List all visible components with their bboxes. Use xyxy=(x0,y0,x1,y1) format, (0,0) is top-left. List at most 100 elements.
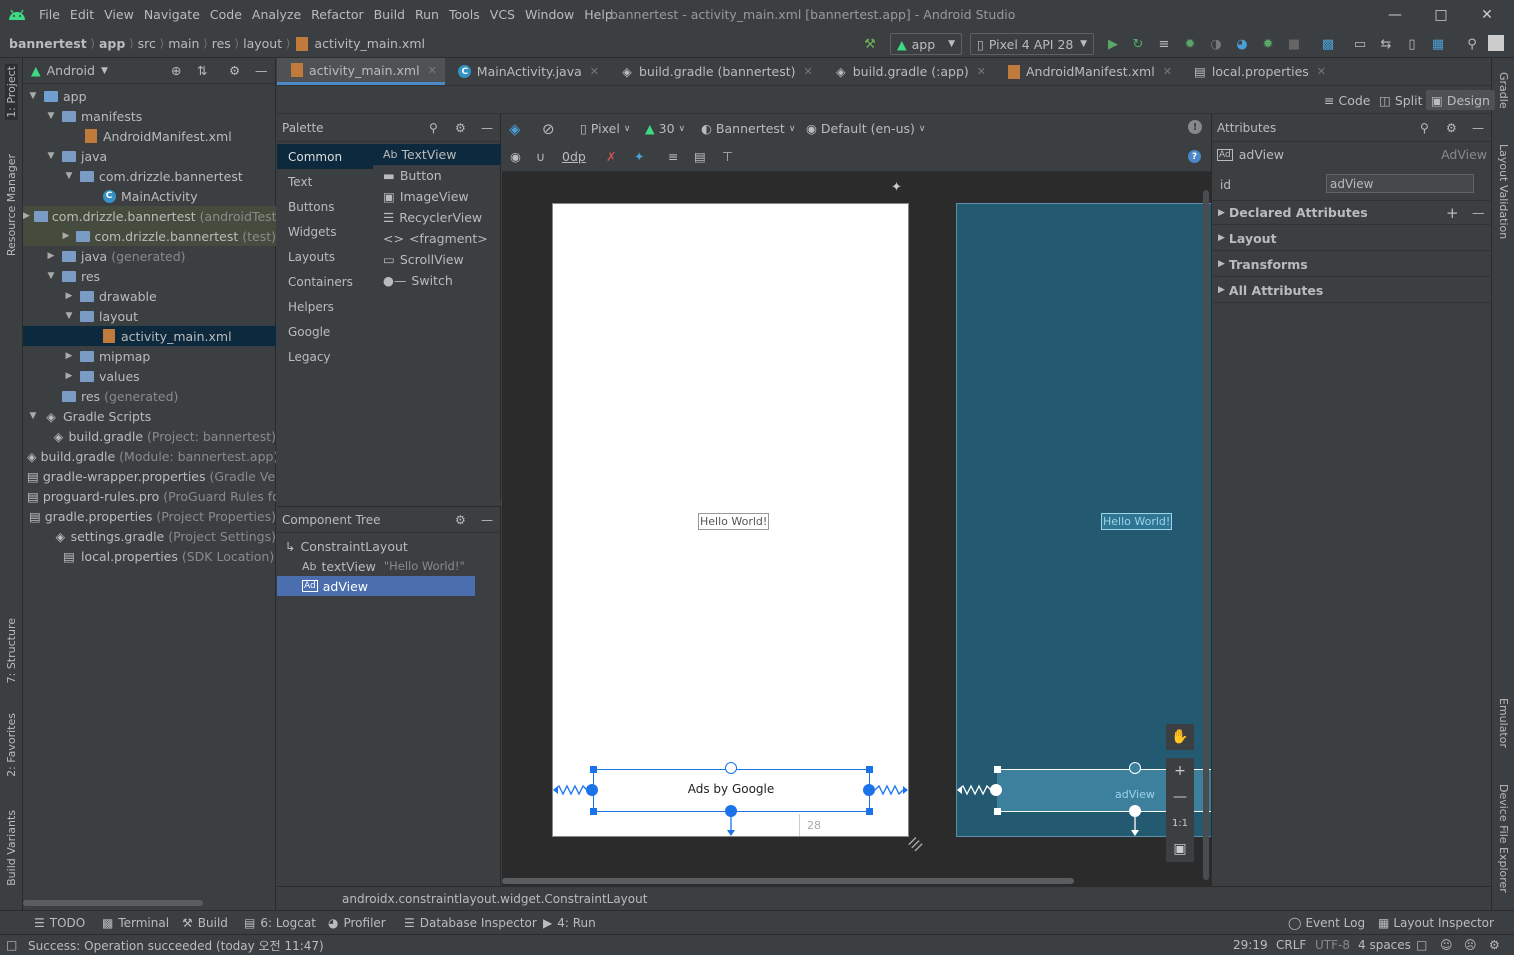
expanded-arrow-icon[interactable]: ▼ xyxy=(27,411,39,421)
inspection-icon[interactable]: ☺ xyxy=(1440,935,1453,955)
pan-button[interactable]: ✋ xyxy=(1166,724,1194,750)
run-config-select[interactable]: ▲ app ▼ xyxy=(890,33,962,55)
resize-handle[interactable] xyxy=(590,766,597,773)
layout-path[interactable]: androidx.constraintlayout.widget.Constra… xyxy=(342,892,647,906)
section-all-attributes[interactable]: ▶ All Attributes xyxy=(1212,278,1492,303)
chevron-down-icon[interactable]: ▼ xyxy=(101,66,108,76)
layout-inspector-tab[interactable]: ▦ Layout Inspector xyxy=(1378,911,1494,935)
tree-item-app[interactable]: ▼ app xyxy=(23,86,276,106)
palette-category-common[interactable]: Common xyxy=(277,144,373,169)
stop-icon[interactable]: ■ xyxy=(1284,35,1304,53)
hide-panel-icon[interactable]: — xyxy=(1472,121,1484,135)
menu-file[interactable]: File xyxy=(34,0,65,30)
tab-android-manifest[interactable]: AndroidManifest.xml ✕ xyxy=(994,58,1180,85)
todo-tab[interactable]: ☰ TODO xyxy=(34,911,85,935)
menu-analyze[interactable]: Analyze xyxy=(247,0,306,30)
design-canvas[interactable]: ✦ Hello World! Ads by Google 28 ☰ Hello … xyxy=(502,172,1212,886)
code-mode-button[interactable]: ≡ Code xyxy=(1319,90,1376,110)
theme-select[interactable]: ◐ Bannertest ∨ xyxy=(701,121,795,136)
section-transforms[interactable]: ▶ Transforms xyxy=(1212,252,1492,277)
breadcrumb-layout[interactable]: layout xyxy=(239,36,286,51)
tab-gradle[interactable]: Gradle xyxy=(1497,72,1510,109)
tree-item-build-gradle-module[interactable]: ◈ build.gradle (Module: bannertest.app) xyxy=(23,446,276,466)
gear-icon[interactable]: ⚙ xyxy=(455,513,466,527)
zoom-in-button[interactable]: + xyxy=(1166,758,1194,784)
tab-project[interactable]: 1: Project xyxy=(5,64,18,120)
line-separator[interactable]: CRLF xyxy=(1276,935,1306,955)
tab-build-gradle-app[interactable]: ◈ build.gradle (:app) ✕ xyxy=(821,58,994,85)
hello-world-blueprint[interactable]: Hello World! xyxy=(1101,513,1173,530)
hide-panel-icon[interactable]: — xyxy=(255,63,268,78)
caret-position[interactable]: 29:19 xyxy=(1233,935,1268,955)
expanded-arrow-icon[interactable]: ▼ xyxy=(27,91,39,101)
close-window-button[interactable]: ✕ xyxy=(1464,0,1510,30)
gear-icon[interactable]: ⚙ xyxy=(455,121,466,135)
minimize-button[interactable]: — xyxy=(1372,0,1418,30)
menu-run[interactable]: Run xyxy=(410,0,444,30)
palette-item-scrollview[interactable]: ▭ ScrollView xyxy=(373,249,501,270)
menu-vcs[interactable]: VCS xyxy=(485,0,520,30)
menu-navigate[interactable]: Navigate xyxy=(139,0,205,30)
build-tab[interactable]: ⚒ Build xyxy=(182,911,228,935)
close-tab-icon[interactable]: ✕ xyxy=(428,64,437,77)
collapsed-arrow-icon[interactable]: ▶ xyxy=(63,351,75,361)
tab-build-variants[interactable]: Build Variants xyxy=(5,810,18,886)
tab-local-properties[interactable]: ▤ local.properties ✕ xyxy=(1180,58,1334,85)
menu-edit[interactable]: Edit xyxy=(65,0,99,30)
api-level-select[interactable]: ▲ 30 ∨ xyxy=(645,121,685,136)
collapsed-arrow-icon[interactable]: ▶ xyxy=(63,291,75,301)
menu-code[interactable]: Code xyxy=(205,0,247,30)
device-manager-icon[interactable]: ▯ xyxy=(1402,35,1422,53)
default-margin-select[interactable]: 0dp xyxy=(562,149,586,164)
lock-icon[interactable]: □ xyxy=(1416,935,1427,955)
bottom-anchor[interactable] xyxy=(725,805,737,817)
sdk-manager-icon[interactable]: ⇆ xyxy=(1376,35,1396,53)
top-anchor[interactable] xyxy=(1129,762,1141,774)
profile-icon[interactable]: ◕ xyxy=(1232,35,1252,53)
zoom-to-fit-button[interactable]: ▣ xyxy=(1166,836,1194,862)
plus-icon[interactable]: + xyxy=(1446,204,1459,222)
palette-category-helpers[interactable]: Helpers xyxy=(277,294,373,319)
tree-item-proguard[interactable]: ▤proguard-rules.pro (ProGuard Rules for … xyxy=(23,486,276,506)
search-icon[interactable]: ⚲ xyxy=(1420,121,1429,135)
tab-build-gradle-project[interactable]: ◈ build.gradle (bannertest) ✕ xyxy=(607,58,821,85)
design-preview[interactable]: Hello World! Ads by Google 28 xyxy=(552,203,909,837)
orientation-icon[interactable]: ⊘ xyxy=(542,120,555,138)
hello-world-textview[interactable]: Hello World! xyxy=(698,513,770,530)
search-icon[interactable]: ⚲ xyxy=(1462,35,1482,53)
tab-structure[interactable]: 7: Structure xyxy=(5,618,18,683)
pack-icon[interactable]: ≡ xyxy=(668,149,678,164)
collapsed-arrow-icon[interactable]: ▶ xyxy=(45,251,57,261)
tree-item-res-generated[interactable]: res (generated) xyxy=(23,386,276,406)
expanded-arrow-icon[interactable]: ▼ xyxy=(63,171,75,181)
breadcrumb-main[interactable]: main xyxy=(164,36,203,51)
search-icon[interactable]: ⚲ xyxy=(429,121,438,135)
tree-item-drawable[interactable]: ▶ drawable xyxy=(23,286,276,306)
notifications-icon[interactable]: ⚙ xyxy=(1489,935,1500,955)
maximize-button[interactable]: □ xyxy=(1418,0,1464,30)
tree-item-build-gradle-project[interactable]: ◈ build.gradle (Project: bannertest) xyxy=(23,426,276,446)
component-constraint-layout[interactable]: ↳ ConstraintLayout xyxy=(277,536,475,556)
resize-handle[interactable] xyxy=(590,808,597,815)
palette-category-text[interactable]: Text xyxy=(277,169,373,194)
tree-item-main-activity[interactable]: C MainActivity xyxy=(23,186,276,206)
status-toggle-icon[interactable]: □ xyxy=(6,935,17,955)
tree-item-manifests[interactable]: ▼ manifests xyxy=(23,106,276,126)
locale-select[interactable]: ◉ Default (en-us) ∨ xyxy=(806,121,925,136)
eye-icon[interactable]: ◉ xyxy=(510,149,521,164)
palette-item-switch[interactable]: ●— Switch xyxy=(373,270,501,291)
breadcrumb-module[interactable]: app xyxy=(95,36,129,51)
menu-build[interactable]: Build xyxy=(369,0,410,30)
coverage-icon[interactable]: ✹ xyxy=(1258,35,1278,53)
close-tab-icon[interactable]: ✕ xyxy=(590,65,599,78)
expanded-arrow-icon[interactable]: ▼ xyxy=(63,311,75,321)
tab-activity-main[interactable]: activity_main.xml ✕ xyxy=(277,58,445,85)
resize-handle[interactable] xyxy=(994,766,1001,773)
project-view-select[interactable]: Android xyxy=(47,63,95,78)
tree-item-gradle-properties[interactable]: ▤ gradle.properties (Project Properties) xyxy=(23,506,276,526)
run-tab[interactable]: ▶ 4: Run xyxy=(543,911,596,935)
feedback-icon[interactable]: ☹ xyxy=(1464,935,1477,955)
hide-panel-icon[interactable]: — xyxy=(481,121,493,135)
collapsed-arrow-icon[interactable]: ▶ xyxy=(60,231,71,241)
hammer-icon[interactable]: ⚒ xyxy=(860,35,880,53)
